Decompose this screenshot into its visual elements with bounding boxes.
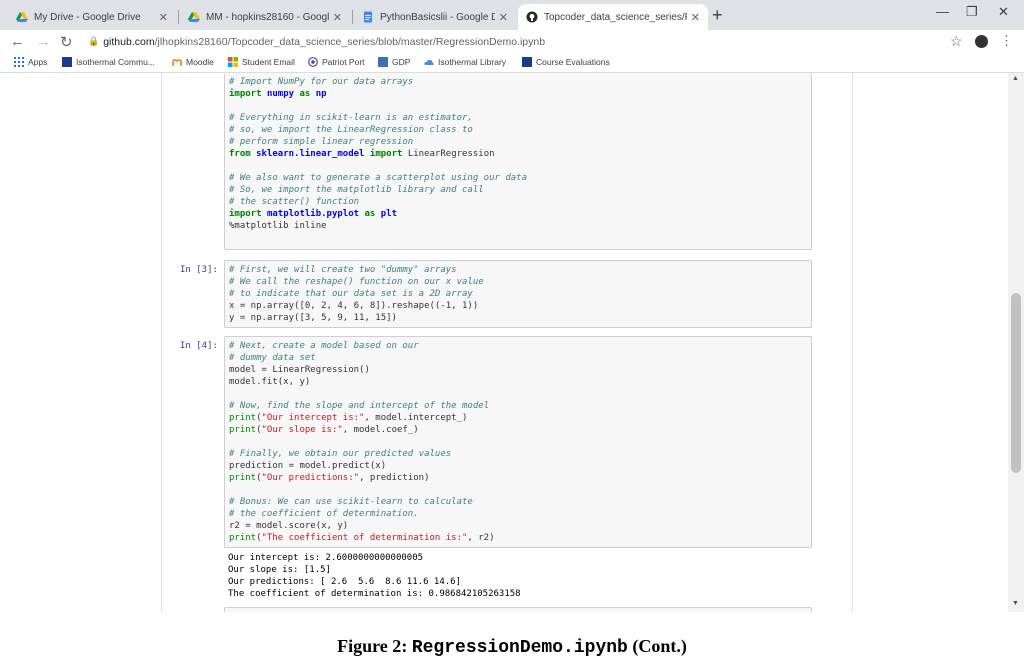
gdp-icon — [378, 57, 388, 67]
scrollbar-thumb[interactable] — [1011, 293, 1021, 473]
bookmark-student-email[interactable]: Student Email — [228, 57, 295, 67]
cell-prompt: In [4]: — [180, 341, 218, 351]
bookmark-moodle[interactable]: Moodle — [172, 57, 214, 67]
cell-output: Our intercept is: 2.6000000000000005 Our… — [228, 553, 521, 599]
bookmark-apps[interactable]: Apps — [14, 57, 47, 67]
profile-avatar[interactable] — [975, 35, 988, 48]
caption-separator: : — [401, 636, 412, 656]
bookmark-star-icon[interactable]: ☆ — [950, 33, 963, 50]
figure-caption: Figure 2: RegressionDemo.ipynb (Cont.) — [0, 636, 1024, 658]
cloud-icon — [424, 57, 434, 67]
back-icon[interactable]: ← — [10, 33, 25, 50]
patriot-icon — [308, 57, 318, 67]
url-field[interactable]: 🔒 github.com/jlhopkins28160/Topcoder_dat… — [88, 32, 958, 51]
tab-title: Topcoder_data_science_series/Re — [544, 11, 687, 23]
code-cell-arrays[interactable]: # First, we will create two "dummy" arra… — [224, 260, 812, 328]
google-docs-icon — [362, 11, 374, 23]
close-icon[interactable]: ✕ — [691, 11, 700, 24]
left-divider — [161, 73, 162, 612]
window-close-icon[interactable]: ✕ — [998, 4, 1009, 20]
tab-title: MM - hopkins28160 - Google D — [206, 11, 329, 23]
code-cell-next[interactable] — [224, 607, 812, 612]
bookmark-label: Isothermal Library — [438, 57, 507, 67]
scrollbar[interactable]: ▲ ▼ — [1008, 73, 1024, 612]
lock-icon: 🔒 — [88, 36, 100, 46]
bookmark-gdp[interactable]: GDP — [378, 57, 410, 67]
tab-separator — [178, 10, 179, 24]
bookmark-label: Student Email — [242, 57, 295, 67]
url-host: github.com — [103, 35, 155, 48]
bookmark-icon — [522, 57, 532, 67]
new-tab-button[interactable]: + — [712, 5, 723, 26]
address-bar-row: ← → ↻ 🔒 github.com/jlhopkins28160/Topcod… — [0, 30, 1024, 54]
notebook-viewer: # Import NumPy for our data arrays impor… — [0, 73, 1024, 612]
close-icon[interactable]: ✕ — [159, 11, 168, 24]
code-block: # Next, create a model based on our # du… — [229, 341, 495, 543]
bookmark-label: Moodle — [186, 57, 214, 67]
reload-icon[interactable]: ↻ — [60, 33, 73, 51]
scroll-up-icon[interactable]: ▲ — [1012, 75, 1019, 82]
cell-prompt: In [3]: — [180, 265, 218, 275]
apps-grid-icon — [14, 57, 24, 67]
right-divider — [852, 73, 853, 612]
bookmark-label: Apps — [28, 57, 48, 67]
url-path: /jlhopkins28160/Topcoder_data_science_se… — [154, 35, 546, 48]
page: My Drive - Google Drive ✕ MM - hopkins28… — [0, 0, 1024, 671]
scroll-down-icon[interactable]: ▼ — [1012, 600, 1019, 607]
tab-topcoder[interactable]: Topcoder_data_science_series/Re ✕ — [518, 4, 708, 30]
bookmark-isothermal-library[interactable]: Isothermal Library — [424, 57, 506, 67]
tab-my-drive[interactable]: My Drive - Google Drive ✕ — [8, 4, 176, 30]
code-block: # First, we will create two "dummy" arra… — [229, 265, 484, 323]
bookmark-label: Patriot Port — [322, 57, 365, 67]
browser-window: My Drive - Google Drive ✕ MM - hopkins28… — [0, 0, 1024, 612]
bookmarks-bar: Apps Isothermal Commu... Moodle Student … — [0, 54, 1024, 73]
code-cell-imports[interactable]: # Import NumPy for our data arrays impor… — [224, 73, 812, 250]
minimize-icon[interactable]: — — [936, 4, 949, 19]
forward-icon[interactable]: → — [36, 33, 51, 50]
code-block: # Import NumPy for our data arrays impor… — [229, 77, 528, 231]
tab-bar: My Drive - Google Drive ✕ MM - hopkins28… — [0, 0, 1024, 30]
tab-separator — [352, 10, 353, 24]
menu-icon[interactable]: ⋮ — [1000, 33, 1013, 49]
tab-title: My Drive - Google Drive — [34, 11, 141, 23]
google-drive-icon — [188, 11, 200, 23]
close-icon[interactable]: ✕ — [333, 11, 342, 24]
caption-filename: RegressionDemo.ipynb — [411, 638, 628, 658]
caption-suffix: (Cont.) — [627, 636, 687, 656]
bookmark-isothermal-commu[interactable]: Isothermal Commu... — [62, 57, 155, 67]
restore-icon[interactable]: ❐ — [966, 4, 978, 20]
bookmark-course-evaluations[interactable]: Course Evaluations — [522, 57, 610, 67]
bookmark-patriot-port[interactable]: Patriot Port — [308, 57, 365, 67]
close-icon[interactable]: ✕ — [499, 11, 508, 24]
github-icon — [526, 11, 538, 23]
bookmark-label: GDP — [392, 57, 411, 67]
microsoft-icon — [228, 57, 238, 67]
moodle-icon — [172, 57, 182, 67]
tab-mm-hopkins[interactable]: MM - hopkins28160 - Google D ✕ — [180, 4, 350, 30]
bookmark-label: Course Evaluations — [536, 57, 610, 67]
bookmark-icon — [62, 57, 72, 67]
tab-title: PythonBasicslii - Google Docs — [380, 11, 495, 23]
code-cell-model[interactable]: # Next, create a model based on our # du… — [224, 336, 812, 548]
tab-python-basics[interactable]: PythonBasicslii - Google Docs ✕ — [354, 4, 516, 30]
bookmark-label: Isothermal Commu... — [76, 57, 155, 67]
caption-prefix: Figure 2 — [337, 636, 402, 656]
google-drive-icon — [16, 11, 28, 23]
